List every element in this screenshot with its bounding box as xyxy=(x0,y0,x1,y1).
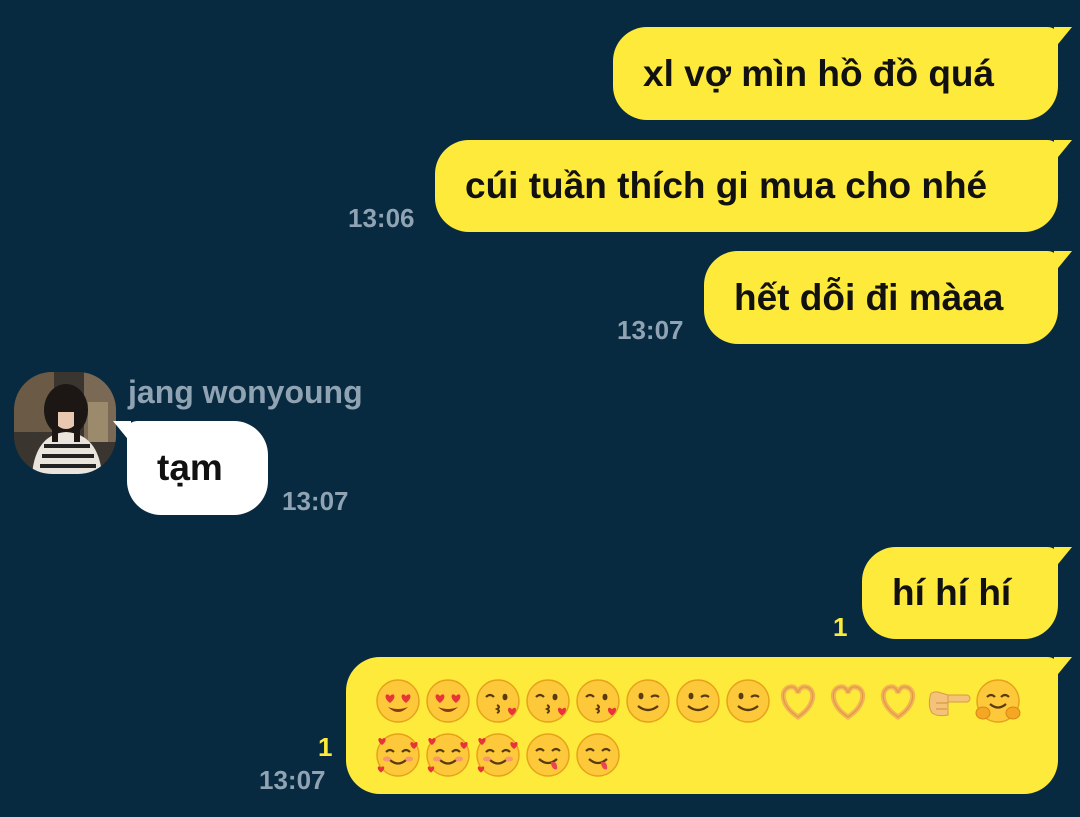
yum-emoji-icon xyxy=(576,733,620,777)
message-timestamp: 13:07 xyxy=(282,486,349,516)
unread-count: 1 xyxy=(318,732,333,762)
pointing-right-emoji-icon xyxy=(928,691,971,717)
bubble-tail xyxy=(1054,547,1072,569)
heart-hands-emoji-icon xyxy=(780,684,816,721)
hugging-emoji-icon xyxy=(975,679,1021,723)
incoming-message-bubble[interactable]: tạm xyxy=(113,421,268,515)
bubble-tail xyxy=(1054,657,1072,679)
smiling-hearts-emoji-icon xyxy=(476,733,520,777)
bubble-tail xyxy=(1054,27,1072,49)
avatar-photo xyxy=(14,372,116,474)
message-timestamp: 13:07 xyxy=(617,315,684,345)
message-text: xl vợ mìn hồ đồ quá xyxy=(643,52,995,94)
smiling-hearts-emoji-icon xyxy=(426,733,470,777)
smiling-hearts-emoji-icon xyxy=(376,733,420,777)
heart-eyes-emoji-icon xyxy=(376,679,420,723)
message-text: tạm xyxy=(157,447,223,488)
message-text: hết dỗi đi màaa xyxy=(734,276,1004,318)
kiss-heart-emoji-icon xyxy=(476,679,520,723)
wink-emoji-icon xyxy=(626,679,670,723)
message-text: cúi tuần thích gi mua cho nhé xyxy=(465,165,988,206)
wink-emoji-icon xyxy=(676,679,720,723)
outgoing-message-bubble[interactable]: cúi tuần thích gi mua cho nhé xyxy=(435,140,1072,232)
yum-emoji-icon xyxy=(526,733,570,777)
message-text: hí hí hí xyxy=(892,572,1012,613)
avatar[interactable] xyxy=(14,372,116,474)
outgoing-emoji-message-bubble[interactable] xyxy=(346,657,1072,794)
heart-hands-emoji-icon xyxy=(880,684,916,721)
emoji-row xyxy=(374,675,1034,727)
bubble-tail xyxy=(1054,251,1072,273)
heart-eyes-emoji-icon xyxy=(426,679,470,723)
wink-emoji-icon xyxy=(726,679,770,723)
message-timestamp: 13:06 xyxy=(348,203,415,233)
bubble-tail xyxy=(113,421,131,443)
outgoing-message-bubble[interactable]: hết dỗi đi màaa xyxy=(704,251,1072,344)
sender-name: jang wonyoung xyxy=(128,374,363,410)
unread-count: 1 xyxy=(833,612,848,642)
bubble-tail xyxy=(1054,140,1072,162)
heart-hands-emoji-icon xyxy=(830,684,866,721)
outgoing-message-bubble[interactable]: xl vợ mìn hồ đồ quá xyxy=(613,27,1072,120)
kiss-heart-emoji-icon xyxy=(526,679,570,723)
message-timestamp: 13:07 xyxy=(259,765,326,795)
kiss-heart-emoji-icon xyxy=(576,679,620,723)
emoji-row xyxy=(374,729,1034,781)
outgoing-message-bubble[interactable]: hí hí hí xyxy=(862,547,1072,639)
